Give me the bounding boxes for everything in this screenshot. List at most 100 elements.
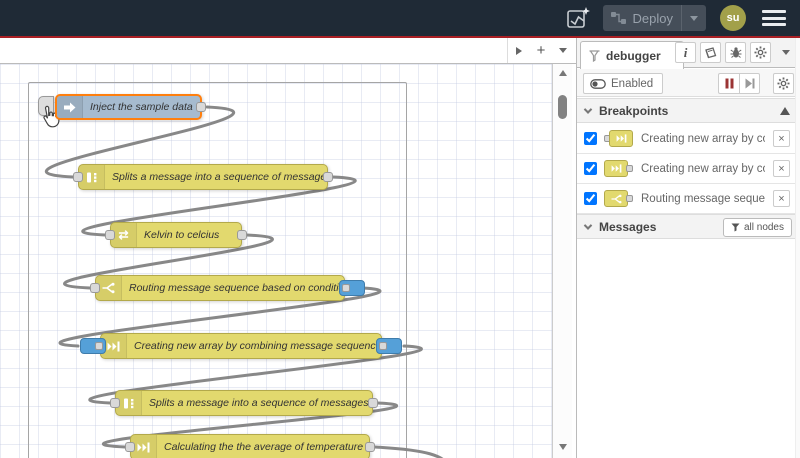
deploy-options-button[interactable] bbox=[681, 5, 706, 31]
tab-info-button[interactable]: i bbox=[675, 42, 696, 63]
breakpoint-row[interactable]: Routing message sequence based on condit… bbox=[577, 184, 800, 214]
output-port[interactable] bbox=[342, 284, 350, 292]
sidebar-scrollbar[interactable] bbox=[795, 38, 800, 458]
input-port[interactable] bbox=[125, 442, 135, 452]
message-filter-button[interactable]: all nodes bbox=[722, 218, 792, 237]
flow-list-button[interactable] bbox=[552, 38, 574, 63]
breakpoint-marker-output[interactable] bbox=[376, 338, 402, 354]
sidebar-options-button[interactable] bbox=[775, 42, 796, 63]
tab-debugger[interactable]: debugger bbox=[580, 41, 684, 69]
debugger-enabled-toggle[interactable]: Enabled bbox=[583, 73, 664, 94]
breakpoint-checkbox[interactable] bbox=[584, 162, 597, 175]
breakpoints-title: Breakpoints bbox=[599, 103, 669, 118]
scroll-down-icon[interactable] bbox=[559, 444, 567, 450]
collapse-chevron-icon bbox=[583, 104, 593, 114]
breakpoints-section-header[interactable]: Breakpoints bbox=[577, 98, 800, 123]
tab-label: debugger bbox=[606, 48, 661, 63]
flow-canvas[interactable]: Inject the sample data Splits a message … bbox=[0, 64, 552, 458]
tab-help-button[interactable] bbox=[700, 42, 721, 63]
breakpoint-label: Creating new array by combining message … bbox=[641, 132, 765, 145]
output-port[interactable] bbox=[365, 442, 375, 452]
node-split[interactable]: Splits a message into a sequence of mess… bbox=[110, 390, 378, 416]
port-icon bbox=[626, 165, 633, 172]
enabled-label: Enabled bbox=[611, 77, 654, 90]
inject-trigger-button[interactable] bbox=[38, 96, 54, 116]
tab-config-button[interactable] bbox=[750, 42, 771, 63]
tab-debug-button[interactable] bbox=[725, 42, 746, 63]
input-port[interactable] bbox=[105, 230, 115, 240]
inject-arrow-icon bbox=[63, 102, 75, 112]
book-icon bbox=[705, 46, 717, 58]
pause-icon bbox=[725, 78, 733, 89]
breakpoint-label: Creating new array by combining message … bbox=[641, 162, 765, 175]
pause-button[interactable] bbox=[718, 73, 739, 94]
debugger-toolbar: Enabled bbox=[577, 69, 800, 97]
switch-icon bbox=[611, 194, 621, 203]
input-port[interactable] bbox=[90, 283, 100, 293]
output-port[interactable] bbox=[379, 342, 387, 350]
output-port[interactable] bbox=[323, 172, 333, 182]
node-join[interactable]: Creating new array by combining message … bbox=[80, 333, 402, 359]
remove-breakpoint-button[interactable]: × bbox=[773, 160, 790, 177]
deploy-button[interactable]: Deploy bbox=[602, 5, 706, 31]
output-port[interactable] bbox=[237, 230, 247, 240]
user-avatar[interactable]: su bbox=[720, 5, 746, 31]
join-icon bbox=[107, 341, 120, 351]
node-label: Routing message sequence based on condit… bbox=[129, 282, 344, 294]
remove-breakpoint-button[interactable]: × bbox=[773, 130, 790, 147]
join-icon bbox=[616, 134, 626, 143]
gear-icon bbox=[777, 77, 790, 90]
node-label: Kelvin to celcius bbox=[144, 229, 220, 241]
scrollbar-thumb[interactable] bbox=[558, 95, 567, 119]
ai-assistant-icon bbox=[566, 7, 590, 28]
node-label: Inject the sample data bbox=[90, 101, 193, 113]
breakpoint-marker-output[interactable] bbox=[339, 280, 365, 296]
tab-scroll-right-icon bbox=[516, 46, 522, 55]
bug-icon bbox=[730, 47, 741, 58]
node-join[interactable]: Calculating the the average of temperatu… bbox=[125, 434, 375, 458]
output-port[interactable] bbox=[368, 398, 378, 408]
list-scroll-up-icon[interactable] bbox=[780, 107, 790, 115]
step-icon bbox=[745, 78, 754, 89]
join-icon bbox=[137, 442, 150, 452]
node-label: Creating new array by combining message … bbox=[134, 340, 381, 352]
scroll-up-icon[interactable] bbox=[559, 70, 567, 76]
breakpoint-marker-input[interactable] bbox=[80, 338, 106, 354]
tab-scroll-right-button[interactable] bbox=[508, 38, 530, 63]
breakpoint-checkbox[interactable] bbox=[584, 192, 597, 205]
breakpoint-checkbox[interactable] bbox=[584, 132, 597, 145]
split-icon bbox=[86, 172, 96, 182]
deploy-label: Deploy bbox=[632, 10, 673, 26]
join-icon bbox=[611, 164, 621, 173]
deploy-chevron-icon bbox=[690, 15, 698, 21]
input-port[interactable] bbox=[95, 342, 103, 350]
ai-assistant-button[interactable] bbox=[563, 4, 593, 32]
breakpoint-row[interactable]: Creating new array by combining message … bbox=[577, 124, 800, 154]
add-flow-button[interactable]: + bbox=[530, 38, 552, 63]
hamburger-menu-icon bbox=[762, 10, 786, 13]
deploy-nodes-icon bbox=[610, 12, 626, 24]
messages-section-header[interactable]: Messages all nodes bbox=[577, 214, 800, 239]
node-inject[interactable]: Inject the sample data bbox=[55, 94, 206, 120]
workspace-tabbar: + bbox=[0, 38, 576, 64]
node-change[interactable]: ⇄ Kelvin to celcius bbox=[105, 222, 247, 248]
main-menu-button[interactable] bbox=[762, 10, 786, 26]
output-port[interactable] bbox=[196, 102, 206, 112]
wire[interactable] bbox=[373, 445, 450, 458]
node-switch[interactable]: Routing message sequence based on condit… bbox=[90, 275, 365, 301]
messages-title: Messages bbox=[599, 219, 657, 234]
switch-node-badge bbox=[604, 190, 633, 207]
switch-icon bbox=[102, 282, 115, 294]
debugger-settings-button[interactable] bbox=[773, 73, 794, 94]
input-port[interactable] bbox=[110, 398, 120, 408]
join-node-badge bbox=[604, 130, 633, 147]
breakpoint-row[interactable]: Creating new array by combining message … bbox=[577, 154, 800, 184]
remove-breakpoint-button[interactable]: × bbox=[773, 190, 790, 207]
breakpoint-label: Routing message sequence based on condit… bbox=[641, 192, 765, 205]
node-label: Splits a message into a sequence of mess… bbox=[149, 397, 372, 409]
input-port[interactable] bbox=[73, 172, 83, 182]
canvas-vertical-scrollbar[interactable] bbox=[552, 64, 572, 458]
node-split[interactable]: Splits a message into a sequence of mess… bbox=[73, 164, 333, 190]
step-button[interactable] bbox=[739, 73, 760, 94]
node-label: Splits a message into a sequence of mess… bbox=[112, 171, 327, 183]
